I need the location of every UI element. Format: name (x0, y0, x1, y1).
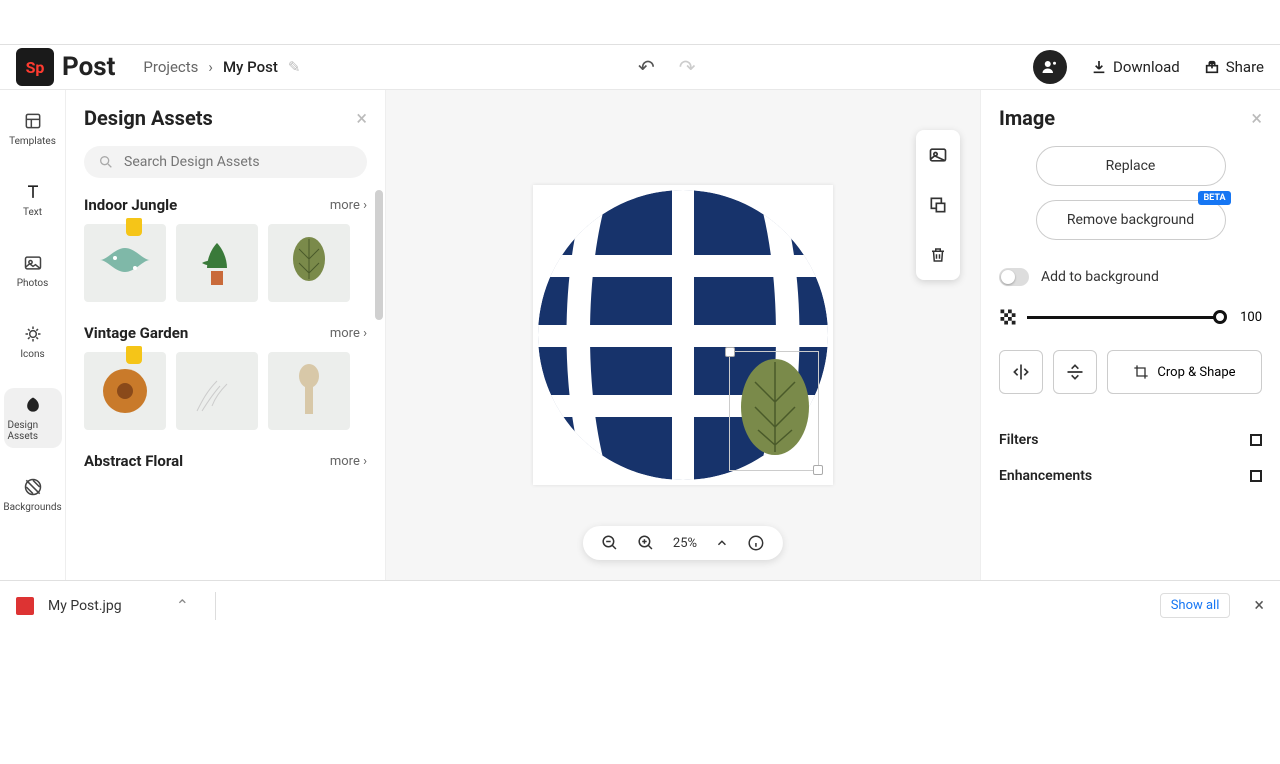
canvas-area[interactable]: 25% (386, 90, 980, 580)
breadcrumb-root[interactable]: Projects (143, 58, 198, 76)
premium-badge-icon (126, 346, 142, 364)
panel-scrollbar[interactable] (375, 190, 383, 320)
flip-horizontal-button[interactable] (999, 350, 1043, 394)
design-assets-icon (22, 394, 44, 416)
asset-thumb[interactable] (268, 224, 350, 302)
text-icon (22, 181, 44, 203)
chevron-up-icon[interactable]: ⌃ (176, 596, 189, 615)
category-more-link[interactable]: more › (330, 198, 367, 213)
app-logo[interactable]: Sp (16, 48, 54, 86)
delete-button[interactable] (916, 230, 960, 280)
templates-icon (22, 110, 44, 132)
redo-button[interactable]: ↷ (679, 55, 696, 79)
download-bar: My Post.jpg ⌃ Show all × (0, 580, 1280, 630)
zoom-expand-button[interactable] (715, 536, 729, 550)
asset-thumb[interactable] (84, 224, 166, 302)
duplicate-button[interactable] (916, 180, 960, 230)
rail-design-assets[interactable]: Design Assets (4, 388, 62, 448)
rail-backgrounds[interactable]: Backgrounds (4, 470, 62, 519)
left-rail: Templates Text Photos Icons Design Asset… (0, 90, 66, 580)
add-to-background-label: Add to background (1041, 269, 1159, 285)
show-all-button[interactable]: Show all (1160, 593, 1231, 618)
category-more-link[interactable]: more › (330, 454, 367, 469)
opacity-slider[interactable] (1027, 316, 1224, 319)
breadcrumb: Projects › My Post ✎ (143, 58, 300, 76)
design-assets-panel: Design Assets × Indoor Jungle more › Vin… (66, 90, 386, 580)
backgrounds-icon (22, 476, 44, 498)
edit-name-icon[interactable]: ✎ (288, 58, 301, 76)
share-label: Share (1226, 58, 1264, 76)
workspace: Templates Text Photos Icons Design Asset… (0, 90, 1280, 580)
asset-thumb[interactable] (84, 352, 166, 430)
photos-icon (22, 252, 44, 274)
expand-icon (1250, 434, 1262, 446)
remove-background-button[interactable]: Remove background BETA (1036, 200, 1226, 240)
opacity-value: 100 (1234, 310, 1262, 325)
zoom-in-button[interactable] (637, 534, 655, 552)
close-download-bar-button[interactable]: × (1254, 595, 1264, 616)
category-title: Vintage Garden (84, 324, 188, 342)
crop-icon (1133, 364, 1149, 380)
canvas-tools (916, 130, 960, 280)
crop-shape-button[interactable]: Crop & Shape (1107, 350, 1262, 394)
category-more-link[interactable]: more › (330, 326, 367, 341)
image-properties-panel: Image × Replace Remove background BETA A… (980, 90, 1280, 580)
zoom-bar: 25% (583, 526, 783, 560)
chevron-right-icon: › (208, 58, 213, 76)
top-bar: Sp Post Projects › My Post ✎ ↶ ↷ Downloa… (0, 44, 1280, 90)
search-field[interactable] (84, 146, 367, 178)
category-title: Abstract Floral (84, 452, 183, 470)
download-filename[interactable]: My Post.jpg (48, 598, 122, 614)
replace-button[interactable]: Replace (1036, 146, 1226, 186)
rail-photos[interactable]: Photos (4, 246, 62, 295)
info-button[interactable] (747, 534, 765, 552)
category-thumbs (84, 224, 367, 302)
category-title: Indoor Jungle (84, 196, 177, 214)
add-to-background-toggle[interactable] (999, 268, 1029, 286)
flip-vertical-button[interactable] (1053, 350, 1097, 394)
app-name: Post (62, 52, 115, 82)
share-button[interactable]: Share (1204, 58, 1264, 76)
search-icon (98, 154, 114, 170)
canvas[interactable] (533, 185, 833, 485)
expand-icon (1250, 470, 1262, 482)
rail-icons[interactable]: Icons (4, 317, 62, 366)
download-label: Download (1113, 58, 1180, 76)
undo-button[interactable]: ↶ (638, 55, 655, 79)
selected-leaf-image[interactable] (729, 351, 819, 471)
download-button[interactable]: Download (1091, 58, 1180, 76)
asset-thumb[interactable] (176, 352, 258, 430)
enhancements-section[interactable]: Enhancements (999, 458, 1262, 494)
close-panel-button[interactable]: × (1251, 106, 1262, 130)
asset-thumb[interactable] (268, 352, 350, 430)
opacity-icon (999, 308, 1017, 326)
filters-section[interactable]: Filters (999, 422, 1262, 458)
asset-thumb[interactable] (176, 224, 258, 302)
zoom-level: 25% (673, 536, 697, 551)
opacity-slider-row: 100 (999, 308, 1262, 326)
zoom-out-button[interactable] (601, 534, 619, 552)
rail-templates[interactable]: Templates (4, 104, 62, 153)
category-thumbs (84, 352, 367, 430)
breadcrumb-current[interactable]: My Post (223, 58, 278, 76)
rail-text[interactable]: Text (4, 175, 62, 224)
add-image-button[interactable] (916, 130, 960, 180)
panel-title: Design Assets (84, 106, 213, 130)
icons-icon (22, 323, 44, 345)
close-panel-button[interactable]: × (356, 106, 367, 130)
file-icon (16, 597, 34, 615)
premium-badge-icon (126, 218, 142, 236)
beta-badge: BETA (1198, 191, 1230, 205)
panel-title: Image (999, 106, 1055, 130)
invite-avatar-button[interactable] (1033, 50, 1067, 84)
search-input[interactable] (124, 154, 353, 170)
